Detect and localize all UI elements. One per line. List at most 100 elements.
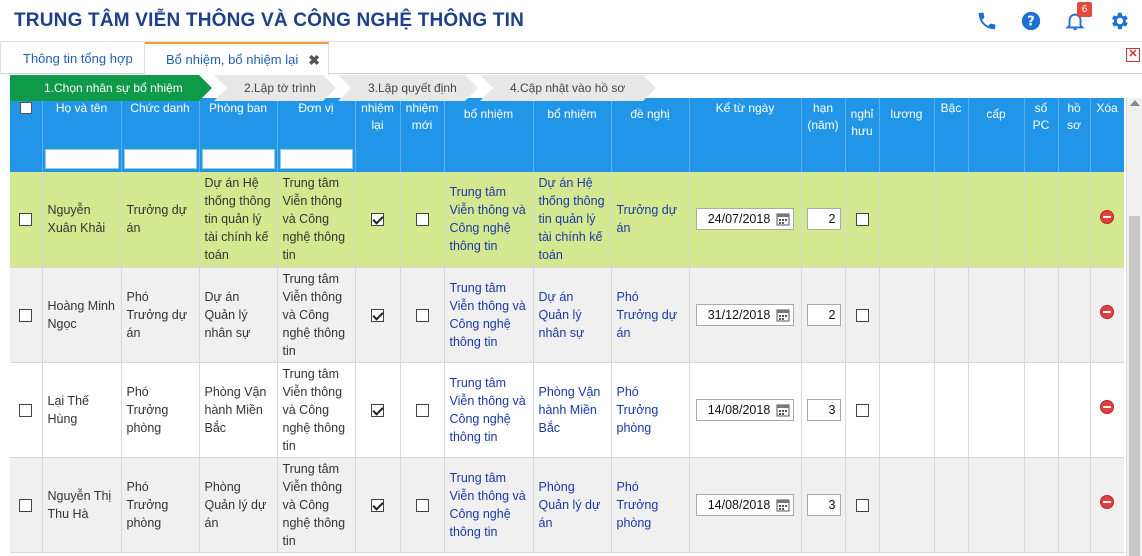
calendar-icon[interactable] (776, 212, 790, 226)
cell-phong-ban: Dự án Hệ thống thông tin quản lý tài chí… (199, 172, 278, 268)
cell-cap (968, 457, 1025, 553)
bn-lai-checkbox[interactable] (371, 498, 384, 512)
cell-bn-lai (355, 362, 401, 458)
cell-bac (934, 362, 969, 458)
wizard-steps: 1.Chọn nhân sự bổ nhiệm 2.Lập tờ trình 3… (10, 75, 658, 101)
vertical-scrollbar[interactable] (1126, 98, 1142, 556)
cell-nghi-huu (845, 362, 880, 458)
calendar-icon[interactable] (776, 308, 790, 322)
table-row[interactable]: Lại Thế Hùng Phó Trưởng phòng Phòng Vận hà… (10, 362, 1124, 458)
row-select-checkbox[interactable] (19, 213, 33, 227)
cell-ho-so (1058, 172, 1091, 268)
nghi-huu-checkbox[interactable] (855, 213, 869, 227)
cell-luong (879, 267, 935, 363)
header-pb-bn: bổ nhiệm (533, 98, 612, 146)
cell-xoa (1090, 457, 1124, 553)
bn-lai-checkbox[interactable] (371, 213, 384, 227)
cell-cd-dn[interactable]: Phó Trưởng dự án (611, 267, 690, 363)
cell-cd-dn[interactable]: Phó Trưởng phòng (611, 362, 690, 458)
nghi-huu-checkbox[interactable] (855, 403, 869, 417)
bn-moi-checkbox[interactable] (415, 403, 429, 417)
appointment-table: Họ và tên Chức danh Phòng ban Đơn vị nhi… (10, 98, 1124, 553)
cell-pb-bn[interactable]: Phòng Vận hành Miền Bắc (533, 362, 612, 458)
cell-xoa (1090, 267, 1124, 363)
thoi-han-input[interactable]: 2 (806, 208, 841, 231)
filter-don-vi (277, 146, 356, 172)
scroll-thumb[interactable] (1129, 216, 1140, 556)
cell-dv-bn[interactable]: Trung tâm Viễn thông và Công nghệ thông … (444, 362, 534, 458)
cell-xoa (1090, 172, 1124, 268)
cell-bac (934, 457, 969, 553)
filter-don-vi-input[interactable] (279, 149, 353, 169)
select-all-checkbox[interactable] (19, 102, 32, 114)
thoi-han-input[interactable]: 3 (806, 493, 841, 516)
cell-ho-ten: Hoàng Minh Ngọc (42, 267, 122, 363)
bn-moi-checkbox[interactable] (415, 213, 429, 227)
date-input[interactable]: 24/07/2018 (696, 208, 794, 231)
table-row[interactable]: Hoàng Minh Ngọc Phó Trưởng dự án Dự án Quả… (10, 267, 1124, 363)
header-select-all[interactable] (10, 98, 43, 146)
bn-lai-checkbox[interactable] (371, 403, 384, 417)
table-row[interactable]: Nguyễn Xuân Khải Trưởng dự án Dự án Hệ thố… (10, 172, 1124, 268)
delete-icon[interactable] (1100, 209, 1114, 224)
thoi-han-input[interactable]: 2 (806, 303, 841, 326)
filter-ho-ten-input[interactable] (44, 149, 119, 169)
cell-cd-dn[interactable]: Trưởng dự án (611, 172, 690, 268)
step-lap-quyet-dinh[interactable]: 3.Lập quyết định (338, 75, 478, 101)
row-select-checkbox[interactable] (19, 498, 33, 512)
gear-icon[interactable] (1108, 10, 1130, 32)
delete-icon[interactable] (1100, 495, 1114, 509)
cell-pb-bn[interactable]: Phòng Quản lý dự án (533, 457, 612, 553)
cell-pb-bn[interactable]: Dự án Hệ thống thông tin quản lý tài chí… (533, 172, 612, 268)
cell-luong (879, 172, 935, 268)
cell-phong-ban: Phòng Quản lý dự án (199, 457, 278, 553)
cell-ho-ten: Nguyễn Xuân Khải (42, 172, 122, 268)
phone-icon[interactable] (976, 10, 998, 32)
calendar-icon[interactable] (776, 498, 790, 512)
table-row[interactable]: Nguyễn Thị Thu Hà Phó Trưởng phòng Phòng Q… (10, 457, 1124, 553)
filter-phong-ban-input[interactable] (201, 149, 275, 169)
close-tab-icon[interactable]: ✖ (308, 52, 320, 69)
cell-dv-bn[interactable]: Trung tâm Viễn thông và Công nghệ thông … (444, 457, 534, 553)
scroll-up-icon[interactable] (1130, 100, 1140, 106)
cell-bn-moi (400, 172, 445, 268)
cell-thoi-han: 2 (801, 267, 846, 363)
cell-dv-bn[interactable]: Trung tâm Viễn thông và Công nghệ thông … (444, 172, 534, 268)
top-icons: ? 6 (976, 1, 1130, 32)
nghi-huu-checkbox[interactable] (855, 308, 869, 322)
cell-chuc-danh: Phó Trưởng phòng (121, 457, 200, 553)
bn-lai-checkbox[interactable] (371, 308, 384, 322)
date-value: 24/07/2018 (707, 212, 771, 227)
row-select-checkbox[interactable] (19, 403, 33, 417)
close-all-icon[interactable]: ✕ (1126, 48, 1140, 62)
cell-pb-bn[interactable]: Dự án Quản lý nhân sự (533, 267, 612, 363)
date-input[interactable]: 31/12/2018 (696, 303, 794, 326)
cell-ke-tu-ngay: 14/08/2018 (689, 457, 802, 553)
nghi-huu-checkbox[interactable] (855, 498, 869, 512)
calendar-icon[interactable] (776, 403, 790, 417)
date-input[interactable]: 14/08/2018 (696, 493, 794, 516)
bell-icon[interactable]: 6 (1064, 1, 1092, 32)
tab-bo-nhiem[interactable]: Bổ nhiệm, bổ nhiệm lại ✖ (145, 42, 329, 75)
step-chon-nhan-su[interactable]: 1.Chọn nhân sự bổ nhiệm (10, 75, 212, 101)
header-luong: lương (879, 98, 935, 146)
delete-icon[interactable] (1100, 305, 1114, 319)
step-lap-to-trinh[interactable]: 2.Lập tờ trình (214, 75, 336, 101)
tab-tong-hop[interactable]: Thông tin tổng hợp (0, 42, 145, 74)
help-icon[interactable]: ? (1020, 10, 1042, 32)
filter-phong-ban (199, 146, 278, 172)
cell-ho-ten: Nguyễn Thị Thu Hà (42, 457, 122, 553)
cell-dv-bn[interactable]: Trung tâm Viễn thông và Công nghệ thông … (444, 267, 534, 363)
delete-icon[interactable] (1100, 400, 1114, 414)
notification-badge: 6 (1077, 1, 1092, 17)
bn-moi-checkbox[interactable] (415, 308, 429, 322)
bn-moi-checkbox[interactable] (415, 498, 429, 512)
row-select-checkbox[interactable] (19, 308, 33, 322)
cell-so-pc (1024, 362, 1059, 458)
date-input[interactable]: 14/08/2018 (696, 398, 794, 421)
cell-bn-moi (400, 457, 445, 553)
step-cap-nhat-ho-so[interactable]: 4.Cập nhật vào hồ sơ (480, 75, 656, 101)
cell-cd-dn[interactable]: Phó Trưởng phòng (611, 457, 690, 553)
thoi-han-input[interactable]: 3 (806, 398, 841, 421)
filter-chuc-danh-input[interactable] (123, 149, 197, 169)
